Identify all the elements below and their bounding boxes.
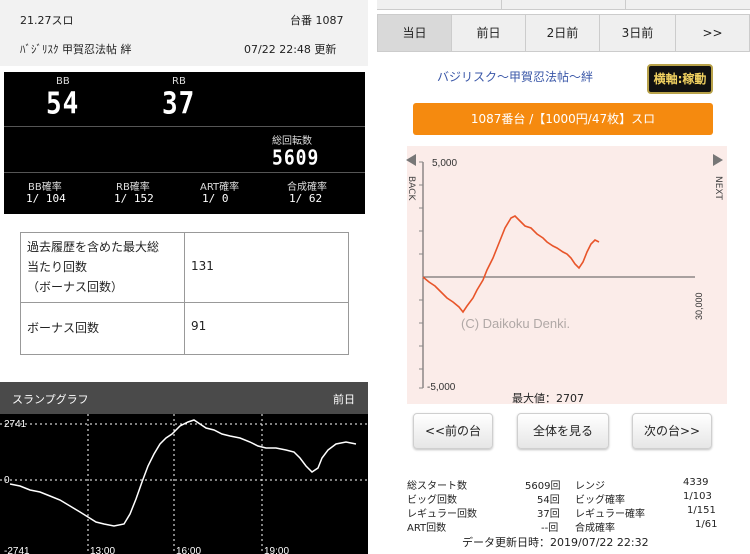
counter-divider-bottom <box>4 172 365 173</box>
counter-divider-top <box>4 126 365 127</box>
stat-start-value: 5609回 <box>525 481 561 492</box>
axis-toggle-button[interactable]: 横軸:稼動 <box>647 64 713 94</box>
rb-count: 37 <box>162 87 196 122</box>
slump-line <box>9 419 357 527</box>
top-strip <box>377 0 750 10</box>
max-hits-label: 過去履歴を含めた最大総 当たり回数 （ボーナス回数） <box>27 237 182 297</box>
slump-y-zero: 0 <box>4 475 10 486</box>
slump-x-1900: 19:00 <box>264 546 289 554</box>
rb-label: RB <box>172 76 186 87</box>
machine-rate-bar: 1087番台 /【1000円/47枚】スロ <box>413 103 713 135</box>
graph-y-top-label: 5,000 <box>432 158 457 169</box>
slump-graph-title: スランプグラフ <box>12 393 89 406</box>
total-spins-label: 総回転数 <box>272 136 312 147</box>
stat-big-value: 54回 <box>537 495 560 506</box>
max-hits-value: 131 <box>191 259 214 273</box>
stat-big-rate-value: 1/103 <box>683 491 712 502</box>
graph-x-right-label: 30,000 <box>694 292 704 320</box>
bonus-count-value: 91 <box>191 319 207 333</box>
slump-graph: 2741 0 -2741 13:00 16:00 19:00 <box>0 414 368 554</box>
graph-y-bottom-label: -5,000 <box>427 382 456 393</box>
stat-reg-rate-label: レギュラー確率 <box>575 509 645 520</box>
graph-max-value: 最大値：2707 <box>512 391 584 405</box>
art-rate-value: 1/ 0 <box>202 192 229 205</box>
rb-rate-value: 1/ 152 <box>114 192 154 205</box>
tab-2-days-ago[interactable]: 2日前 <box>526 15 600 51</box>
stat-comb-value: 1/61 <box>695 519 718 530</box>
next-machine-button[interactable]: 次の台>> <box>632 413 712 449</box>
max-hits-label-line2: 当たり回数 <box>27 260 88 274</box>
counter-panel: BB 54 RB 37 総回転数 5609 BB確率 1/ 104 RB確率 1… <box>4 72 365 214</box>
graph-line <box>422 215 600 314</box>
tab-today[interactable]: 当日 <box>378 15 452 51</box>
combined-rate-value: 1/ 62 <box>289 192 323 205</box>
tab-yesterday[interactable]: 前日 <box>452 15 526 51</box>
stat-reg-label: レギュラー回数 <box>407 509 477 520</box>
bb-rate-label: BB確率 <box>28 182 62 193</box>
slump-graph-header: スランプグラフ 前日 <box>0 382 368 414</box>
data-graph-svg: 5,000 -5,000 30,000 (C) Daikoku Denki. 最… <box>419 158 704 405</box>
stat-big-rate-label: ビッグ確率 <box>575 495 625 506</box>
max-hits-label-line1: 過去履歴を含めた最大総 <box>27 240 160 254</box>
data-graph: BACK NEXT 5,000 -5,000 30,000 (C) Daikok… <box>377 140 750 410</box>
max-hits-label-line3: （ボーナス回数） <box>27 280 124 294</box>
slump-x-1300: 13:00 <box>90 546 115 554</box>
right-panel: 当日 前日 2日前 3日前 >> バジリスク～甲賀忍法帖～絆 横軸:稼動 108… <box>377 0 750 554</box>
left-panel: 21.27スロ 台番 1087 ﾊﾞｼﾞﾘｽｸ 甲賀忍法帖 絆 07/22 22… <box>0 0 368 554</box>
stat-art-label: ART回数 <box>407 523 447 534</box>
slump-y-bottom: -2741 <box>4 546 30 554</box>
stat-comb-label: 合成確率 <box>575 523 615 534</box>
slump-y-top: 2741 <box>4 419 27 430</box>
graph-y-ticks <box>419 161 423 389</box>
machine-name: ﾊﾞｼﾞﾘｽｸ 甲賀忍法帖 絆 <box>20 43 132 56</box>
art-rate-label: ART確率 <box>200 182 240 193</box>
stat-reg-value: 37回 <box>537 509 560 520</box>
stat-range-value: 4339 <box>683 477 709 488</box>
graph-watermark: (C) Daikoku Denki. <box>461 316 570 331</box>
machine-number: 台番 1087 <box>290 14 344 27</box>
combined-rate-label: 合成確率 <box>287 182 327 193</box>
slump-x-1600: 16:00 <box>176 546 201 554</box>
rate-text: 21.27スロ <box>20 14 74 27</box>
stat-art-value: --回 <box>541 523 559 534</box>
strip-divider-1 <box>501 0 502 10</box>
stat-range-label: レンジ <box>575 481 605 492</box>
slump-prev-day-link[interactable]: 前日 <box>333 391 355 407</box>
update-time: 07/22 22:48 更新 <box>244 43 337 56</box>
machine-info-header: 21.27スロ 台番 1087 ﾊﾞｼﾞﾘｽｸ 甲賀忍法帖 絆 07/22 22… <box>0 0 368 66</box>
prev-machine-button[interactable]: <<前の台 <box>413 413 493 449</box>
day-tabs: 当日 前日 2日前 3日前 >> <box>377 14 750 52</box>
stat-reg-rate-value: 1/151 <box>687 505 716 516</box>
tab-more[interactable]: >> <box>676 15 749 51</box>
tab-3-days-ago[interactable]: 3日前 <box>600 15 676 51</box>
history-table: 過去履歴を含めた最大総 当たり回数 （ボーナス回数） 131 ボーナス回数 91 <box>20 232 349 355</box>
history-col-divider <box>184 233 185 354</box>
page-root: 21.27スロ 台番 1087 ﾊﾞｼﾞﾘｽｸ 甲賀忍法帖 絆 07/22 22… <box>0 0 750 554</box>
total-spins-value: 5609 <box>272 146 320 171</box>
history-row-divider <box>21 302 348 303</box>
graph-machine-title: バジリスク～甲賀忍法帖～絆 <box>437 70 594 84</box>
bonus-count-label: ボーナス回数 <box>27 321 100 335</box>
bb-label: BB <box>56 76 70 87</box>
rb-rate-label: RB確率 <box>116 182 150 193</box>
bb-count: 54 <box>46 87 80 122</box>
data-updated-time: データ更新日時：2019/07/22 22:32 <box>462 536 649 549</box>
bb-rate-value: 1/ 104 <box>26 192 66 205</box>
slump-graph-panel: スランプグラフ 前日 2741 0 -2741 13:00 16:00 19:0… <box>0 382 368 554</box>
stat-big-label: ビッグ回数 <box>407 495 457 506</box>
stat-start-label: 総スタート数 <box>407 481 467 492</box>
stats-table: 総スタート数 5609回 レンジ 4339 ビッグ回数 54回 ビッグ確率 1/… <box>407 477 717 537</box>
strip-divider-2 <box>625 0 626 10</box>
view-all-button[interactable]: 全体を見る <box>517 413 609 449</box>
